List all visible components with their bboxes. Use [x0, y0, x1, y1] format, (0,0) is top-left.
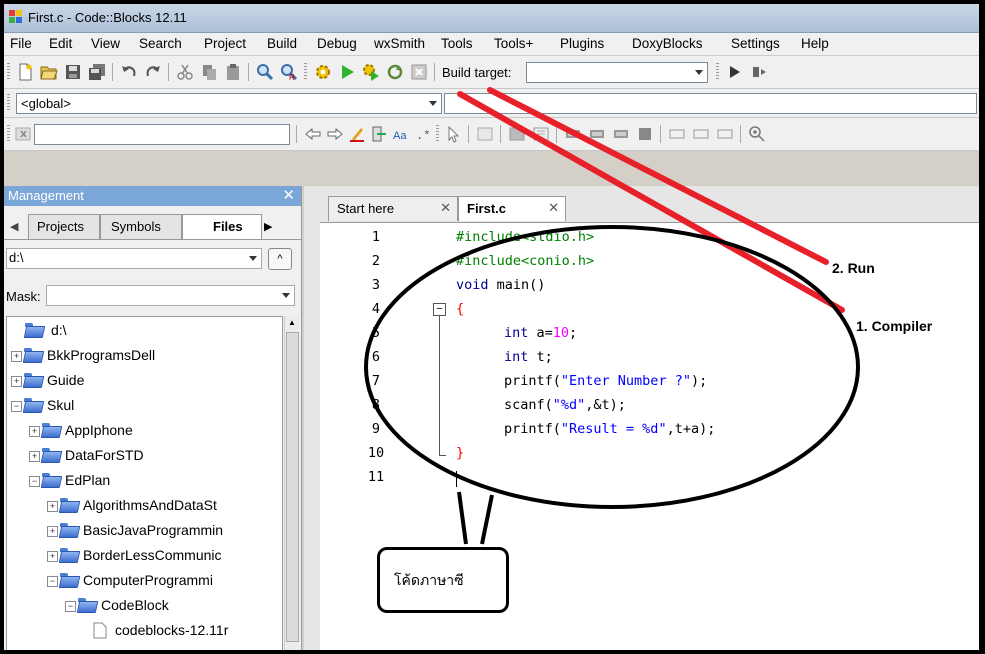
run-pointer-line: [487, 87, 829, 265]
codeblocks-window: First.c - Code::Blocks 12.11 File Edit V…: [4, 4, 979, 650]
callout-tail: [457, 491, 494, 545]
annotation-compiler: 1. Compiler: [856, 318, 933, 334]
thai-code-label-box: โค้ดภาษาซี: [377, 547, 509, 613]
compiler-pointer-line: [457, 91, 845, 313]
code-callout-oval: [364, 225, 860, 509]
thai-code-label: โค้ดภาษาซี: [394, 572, 464, 588]
annotation-run: 2. Run: [832, 260, 875, 276]
